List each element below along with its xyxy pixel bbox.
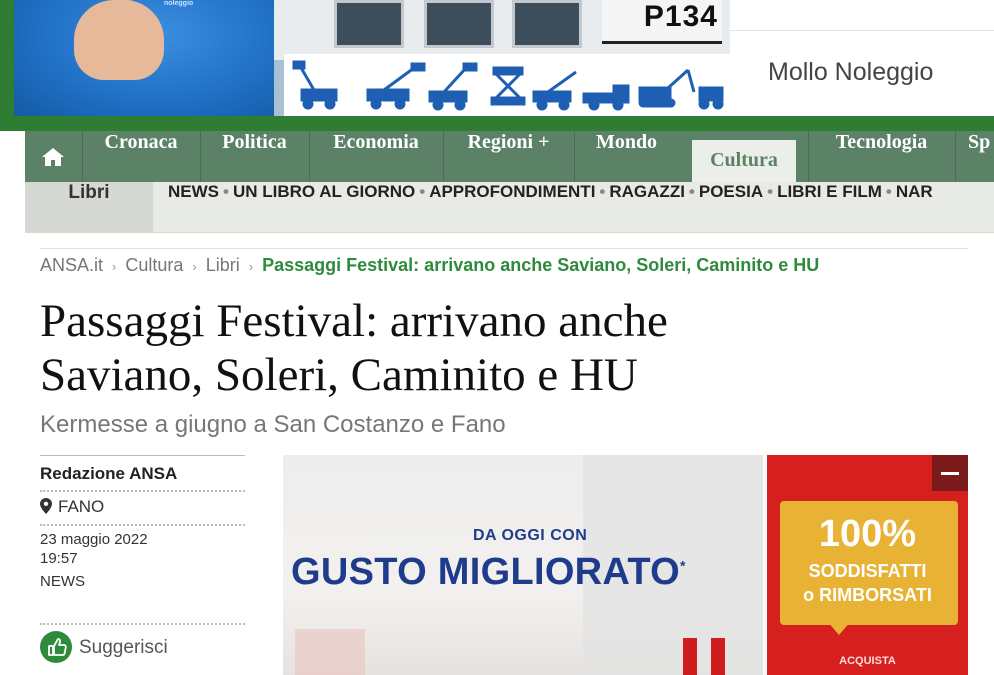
article-category[interactable]: NEWS — [40, 573, 85, 590]
article-place-label: FANO — [58, 497, 105, 516]
article-title-line-1: Passaggi Festival: arrivano anche — [40, 295, 668, 347]
subnav-link-narrativa[interactable]: NAR — [896, 182, 933, 201]
ad-window — [512, 0, 582, 48]
nav-item-tecnologia[interactable]: Tecnologia — [808, 131, 954, 182]
subnav-separator: • — [223, 182, 229, 201]
article-time: 19:57 — [40, 550, 78, 567]
subnav-section-title[interactable]: Libri — [25, 182, 153, 232]
breadcrumb: ANSA.it › Cultura › Libri › Passaggi Festival:… — [40, 255, 819, 277]
inline-advertisement[interactable]: DA OGGI CON GUSTO MIGLIORATO* 100% SODDI… — [283, 455, 968, 675]
meta-dotted-divider — [40, 490, 245, 492]
article-title: Passaggi Festival: arrivano anche Savian… — [40, 294, 940, 402]
ad-sign-text: P134 — [643, 0, 718, 33]
nav-item-economia[interactable]: Economia — [309, 131, 442, 182]
lift-machines-icon — [292, 60, 724, 111]
ad-badge-line-2: o RIMBORSATI — [803, 585, 932, 605]
breadcrumb-separator: › — [248, 259, 254, 274]
ad-small-text: DA OGGI CON — [473, 527, 588, 544]
nav-item-mondo[interactable]: Mondo — [574, 131, 678, 182]
subnav-link-poesia[interactable]: POESIA — [699, 182, 763, 201]
ad-brand-name[interactable]: Mollo Noleggio — [768, 58, 933, 87]
breadcrumb-separator: › — [192, 259, 197, 274]
subnav-separator: • — [688, 182, 695, 201]
subnav-separator: • — [599, 182, 606, 201]
ad-gold-badge-notch — [827, 621, 851, 635]
subnav-link-libri-film[interactable]: LIBRI E FILM — [777, 182, 882, 201]
article-subtitle: Kermesse a giugno a San Costanzo e Fano — [40, 411, 506, 438]
nav-item-politica[interactable]: Politica — [200, 131, 308, 182]
ad-headline: GUSTO MIGLIORATO* — [291, 551, 686, 594]
ad-window — [334, 0, 404, 48]
subnav-link-approfondimenti[interactable]: APPROFONDIMENTI — [429, 182, 595, 201]
ad-right-top — [730, 0, 994, 31]
meta-dotted-divider — [40, 623, 245, 625]
ad-collapse-button[interactable] — [932, 455, 968, 491]
breadcrumb-item-ansa[interactable]: ANSA.it — [40, 255, 103, 275]
ad-building: P134 — [254, 0, 730, 60]
subnav-link-libro-giorno[interactable]: UN LIBRO AL GIORNO — [233, 182, 415, 201]
suggest-label: Suggerisci — [79, 637, 168, 658]
breadcrumb-separator: › — [112, 259, 117, 274]
minus-icon — [941, 472, 959, 475]
thumbs-up-icon — [114, 0, 142, 40]
ad-window — [424, 0, 494, 48]
divider — [40, 248, 968, 249]
nav-item-regioni[interactable]: Regioni + — [443, 131, 573, 182]
main-navigation: Cronaca Politica Economia Regioni + Mond… — [25, 131, 994, 182]
article-place: FANO — [40, 497, 104, 517]
ad-badge-line-1: SODDISFATTI — [808, 561, 927, 581]
ad-machines-strip — [284, 54, 730, 116]
nav-item-cronaca[interactable]: Cronaca — [82, 131, 199, 182]
breadcrumb-current: Passaggi Festival: arrivano anche Savian… — [262, 255, 820, 275]
thumbs-up-icon — [40, 631, 72, 663]
sub-navigation: Libri NEWS • UN LIBRO AL GIORNO • APPROFONDI… — [25, 182, 994, 233]
ad-left-panel[interactable]: DA OGGI CON GUSTO MIGLIORATO* — [283, 455, 763, 675]
subnav-link-ragazzi[interactable]: RAGAZZI — [609, 182, 685, 201]
ad-red-bar — [683, 638, 697, 675]
meta-dotted-divider — [40, 524, 245, 526]
breadcrumb-item-cultura[interactable]: Cultura — [125, 255, 183, 275]
ad-asterisk: * — [680, 557, 686, 574]
meta-divider — [40, 455, 245, 456]
home-icon — [42, 148, 64, 166]
nav-home[interactable] — [25, 131, 81, 182]
ad-shirt-logo: noleggio — [164, 0, 194, 7]
ad-badge-line-3: ACQUISTA — [839, 655, 896, 667]
article-title-line-2: Saviano, Soleri, Caminito e HU — [40, 349, 638, 401]
subnav-separator: • — [885, 182, 892, 201]
breadcrumb-item-libri[interactable]: Libri — [206, 255, 240, 275]
ad-red-bar — [711, 638, 725, 675]
ad-bottom-sign — [295, 629, 365, 675]
subnav-separator: • — [767, 182, 774, 201]
article-author: Redazione ANSA — [40, 464, 178, 483]
location-pin-icon — [40, 498, 52, 514]
subnav-links: NEWS • UN LIBRO AL GIORNO • APPROFONDIMENTI •… — [168, 182, 933, 232]
nav-item-cultura[interactable]: Cultura — [692, 140, 796, 182]
subnav-separator: • — [419, 182, 426, 201]
nav-item-sport[interactable]: Sp — [955, 131, 994, 182]
article-date: 23 maggio 2022 — [40, 531, 148, 548]
ad-person: noleggio — [14, 0, 274, 116]
ad-photo[interactable]: P134 noleggio — [14, 0, 730, 116]
top-advertisement-banner[interactable]: P134 noleggio Mollo Noleggio — [0, 0, 994, 131]
subnav-link-news[interactable]: NEWS — [168, 182, 219, 201]
ad-badge-percent: 100% — [818, 513, 917, 555]
ad-headline-text: GUSTO MIGLIORATO — [291, 551, 681, 593]
